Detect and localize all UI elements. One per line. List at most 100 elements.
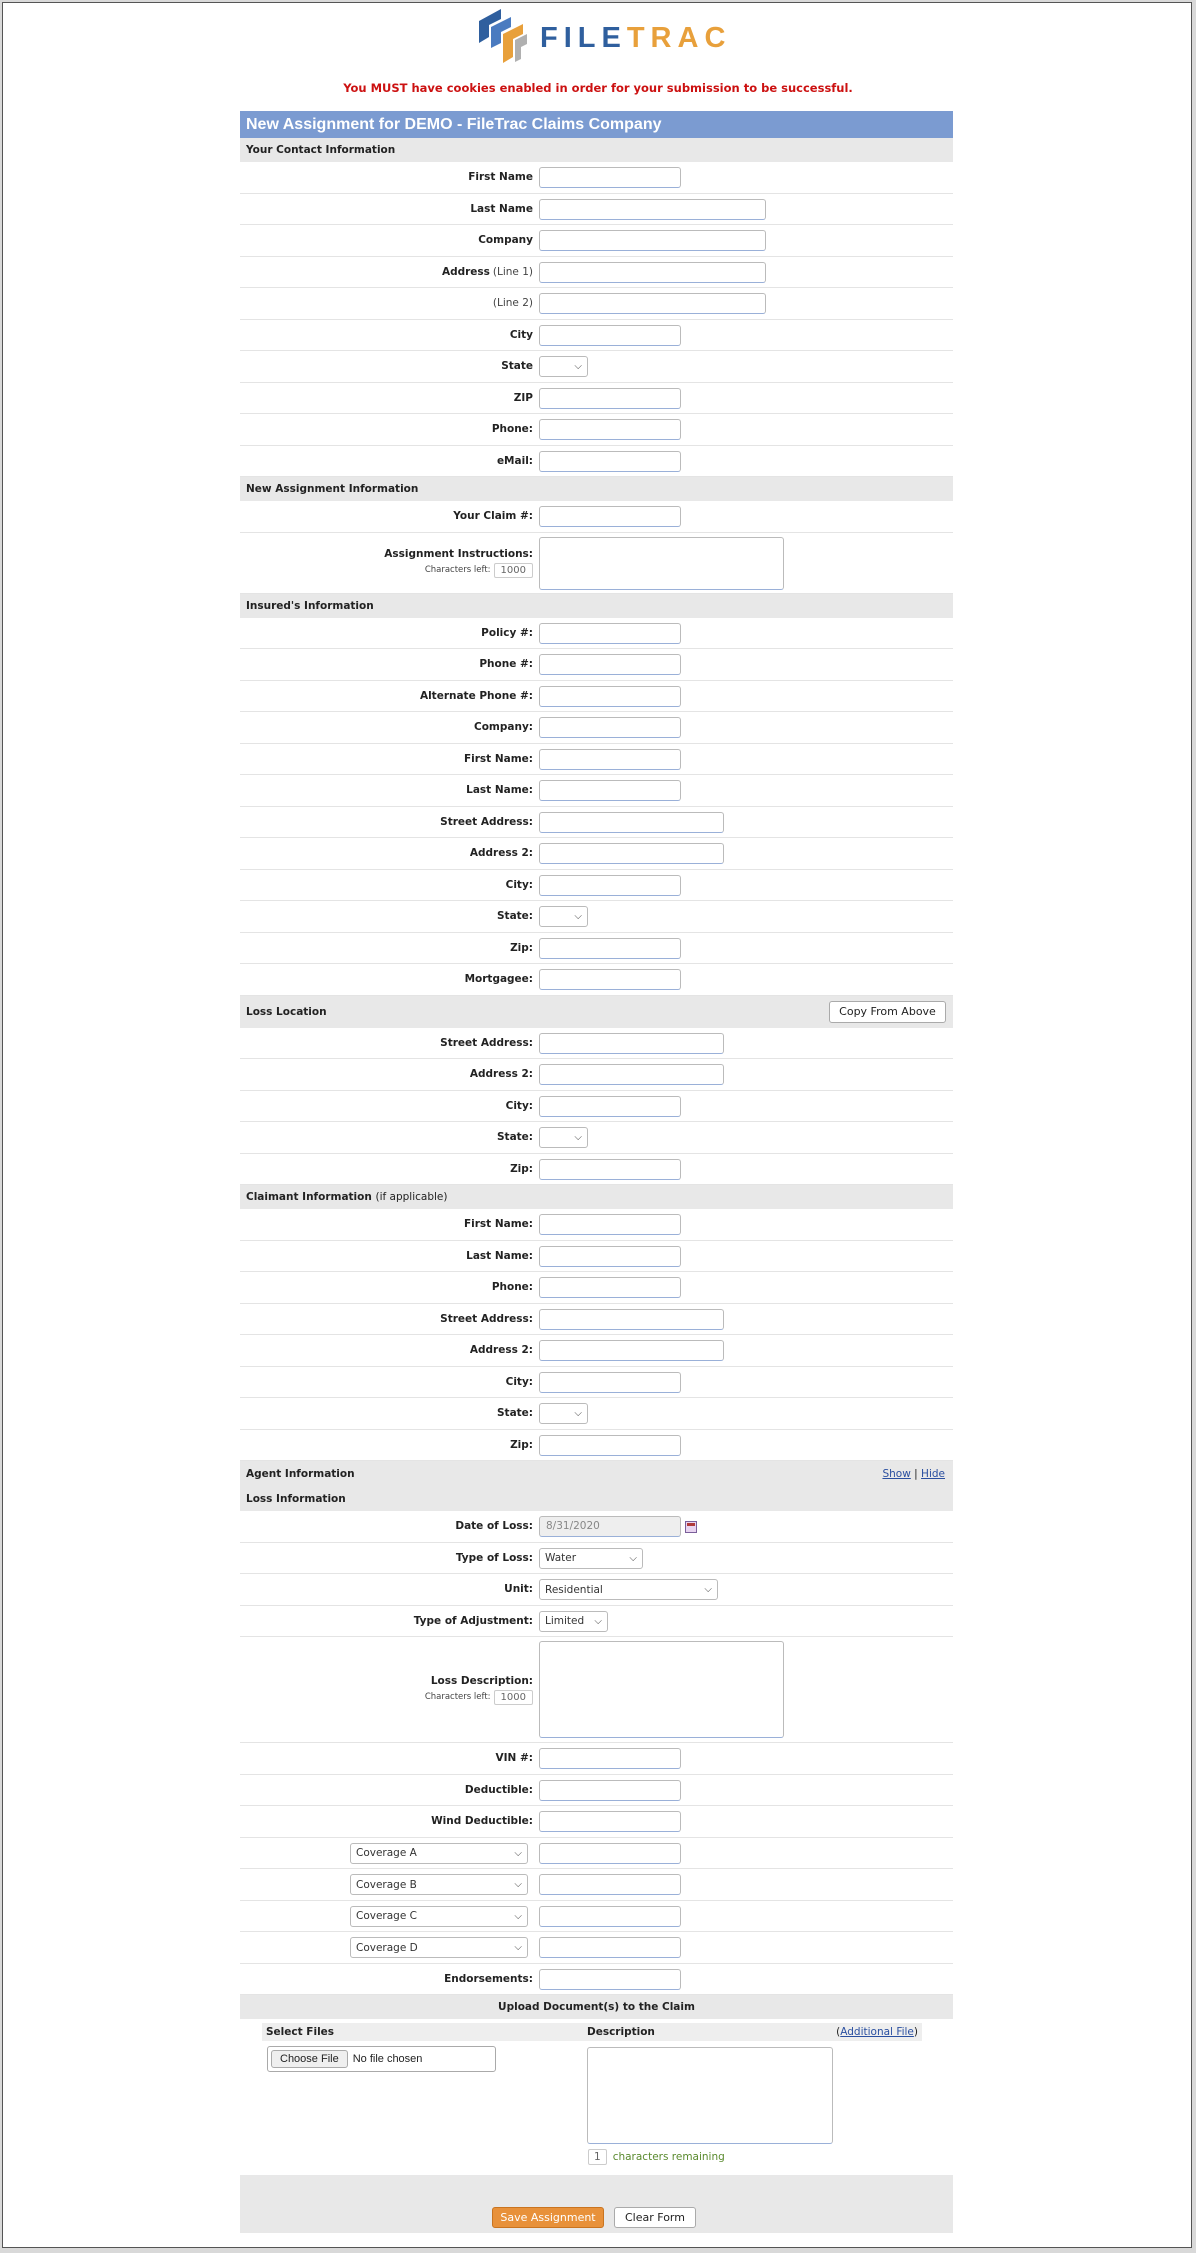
claimant-state-select[interactable]: ⌵ (539, 1403, 588, 1424)
additional-file-link[interactable]: Additional File (840, 2026, 914, 2038)
label-city: City (509, 328, 533, 341)
coverage-c-select[interactable]: Coverage C ⌵ (350, 1905, 528, 1927)
label-loc-city: City: (505, 1099, 533, 1112)
label-first-name: First Name (468, 171, 533, 184)
insured-phone-input[interactable] (539, 654, 681, 675)
chevron-down-icon: ⌵ (574, 1408, 582, 1419)
coverage-d-input[interactable] (539, 1937, 681, 1958)
claimant-zip-input[interactable] (539, 1434, 681, 1456)
calendar-icon[interactable] (685, 1520, 697, 1533)
claimant-last-name-input[interactable] (539, 1245, 681, 1267)
state-select[interactable]: ⌵ (539, 356, 588, 377)
coverage-a-input[interactable] (539, 1842, 681, 1864)
mortgagee-input[interactable] (539, 969, 681, 990)
claimant-city-input[interactable] (539, 1371, 681, 1393)
row-cl-state: State: ⌵ (240, 1398, 953, 1430)
zip-input[interactable] (539, 387, 681, 409)
chevron-down-icon: ⌵ (514, 1879, 522, 1890)
date-of-loss-input[interactable]: 8/31/2020 (539, 1516, 681, 1537)
wind-deductible-input[interactable] (539, 1811, 681, 1832)
file-picker[interactable]: Choose File No file chosen (267, 2046, 496, 2072)
loss-description-textarea[interactable] (539, 1641, 784, 1738)
label-claim-no: Your Claim #: (453, 510, 533, 523)
label-loss-desc: Loss Description: (430, 1674, 533, 1687)
chevron-down-icon: ⌵ (594, 1615, 602, 1627)
loss-desc-chars-left: Characters left: 1000 (425, 1689, 533, 1705)
address-line2-input[interactable] (539, 293, 766, 314)
insured-street-input[interactable] (539, 811, 724, 833)
loc-address2-input[interactable] (539, 1064, 724, 1085)
claimant-first-name-input[interactable] (539, 1214, 681, 1235)
agent-show-link[interactable]: Show (882, 1468, 910, 1480)
loc-state-select[interactable]: ⌵ (539, 1127, 588, 1148)
row-coverage-a: Coverage A ⌵ (240, 1838, 953, 1869)
label-instructions: Assignment Instructions: (384, 547, 533, 560)
cookie-warning: You MUST have cookies enabled in order f… (343, 81, 853, 95)
row-coverage-d: Coverage D ⌵ (240, 1932, 953, 1964)
loc-city-input[interactable] (539, 1095, 681, 1117)
coverage-a-select[interactable]: Coverage A ⌵ (350, 1842, 528, 1864)
vin-input[interactable] (539, 1748, 681, 1769)
insured-city-input[interactable] (539, 874, 681, 896)
coverage-c-input[interactable] (539, 1905, 681, 1927)
insured-state-select[interactable]: ⌵ (539, 906, 588, 927)
agent-hide-link[interactable]: Hide (921, 1468, 945, 1480)
label-date-loss: Date of Loss: (455, 1520, 533, 1533)
last-name-input[interactable] (539, 198, 766, 220)
phone-input[interactable] (539, 419, 681, 440)
remaining-text: characters remaining (612, 2151, 725, 2163)
coverage-b-input[interactable] (539, 1874, 681, 1895)
endorsements-input[interactable] (539, 1968, 681, 1990)
row-loc-address2: Address 2: (240, 1059, 953, 1091)
coverage-b-select[interactable]: Coverage B ⌵ (350, 1874, 528, 1895)
section-claimant: Claimant Information (if applicable) (240, 1185, 953, 1209)
label-insured-address2: Address 2: (469, 847, 533, 860)
row-alt-phone: Alternate Phone #: (240, 681, 953, 712)
row-vin: VIN #: (240, 1743, 953, 1775)
label-adjustment: Type of Adjustment: (413, 1614, 533, 1627)
claimant-phone-input[interactable] (539, 1277, 681, 1298)
row-wind-deductible: Wind Deductible: (240, 1806, 953, 1838)
company-input[interactable] (539, 230, 766, 251)
upload-description-textarea[interactable] (587, 2047, 833, 2144)
label-cl-last: Last Name: (466, 1249, 533, 1262)
loc-zip-input[interactable] (539, 1158, 681, 1180)
unit-select[interactable]: Residential ⌵ (539, 1579, 718, 1600)
address-line1-input[interactable] (539, 261, 766, 283)
claimant-street-input[interactable] (539, 1308, 724, 1330)
insured-first-name-input[interactable] (539, 748, 681, 770)
deductible-input[interactable] (539, 1779, 681, 1801)
claim-number-input[interactable] (539, 506, 681, 527)
save-assignment-button[interactable]: Save Assignment (492, 2207, 604, 2228)
section-contact: Your Contact Information (240, 138, 953, 162)
loc-street-input[interactable] (539, 1032, 724, 1054)
clear-form-button[interactable]: Clear Form (614, 2207, 696, 2228)
agent-link-separator: | (914, 1468, 918, 1480)
label-cl-phone: Phone: (491, 1281, 533, 1294)
copy-from-above-button[interactable]: Copy From Above (829, 1000, 946, 1023)
instructions-chars-left: Characters left: 1000 (425, 562, 533, 578)
claimant-address2-input[interactable] (539, 1340, 724, 1361)
row-insured-city: City: (240, 870, 953, 901)
coverage-d-select[interactable]: Coverage D ⌵ (350, 1937, 528, 1958)
policy-input[interactable] (539, 622, 681, 644)
label-zip: ZIP (513, 391, 533, 404)
choose-file-button[interactable]: Choose File (271, 2050, 348, 2068)
type-of-loss-select[interactable]: Water ⌵ (539, 1547, 643, 1569)
city-input[interactable] (539, 324, 681, 346)
insured-last-name-input[interactable] (539, 780, 681, 801)
row-insured-zip: Zip: (240, 933, 953, 964)
chevron-down-icon: ⌵ (704, 1584, 712, 1595)
row-date-loss: Date of Loss: 8/31/2020 (240, 1511, 953, 1543)
adjustment-select[interactable]: Limited ⌵ (539, 1610, 608, 1632)
row-company: Company (240, 225, 953, 257)
insured-address2-input[interactable] (539, 843, 724, 864)
insured-company-input[interactable] (539, 717, 681, 738)
row-last-name: Last Name (240, 194, 953, 225)
email-input[interactable] (539, 450, 681, 472)
label-cl-zip: Zip: (510, 1438, 533, 1451)
instructions-textarea[interactable] (539, 536, 784, 590)
alt-phone-input[interactable] (539, 685, 681, 707)
first-name-input[interactable] (539, 167, 681, 188)
insured-zip-input[interactable] (539, 937, 681, 959)
